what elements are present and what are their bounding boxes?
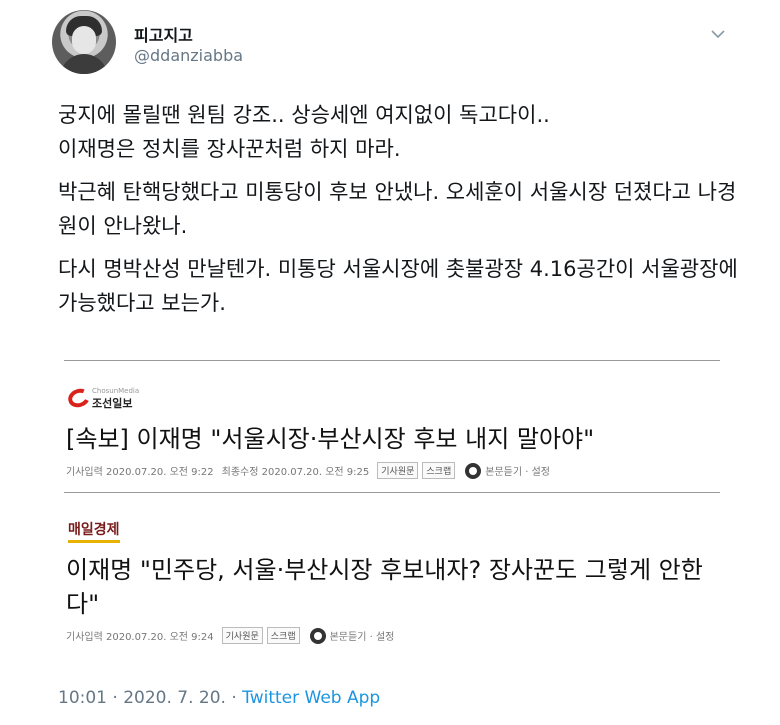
timestamp[interactable]: 10:01 · 2020. 7. 20. · (58, 688, 242, 708)
news-meta: 기사입력 2020.07.20. 오전 9:24 기사원문 스크랩 본문듣기 ·… (66, 627, 394, 644)
news-clip-chosun: ChosunMedia 조선일보 [속보] 이재명 "서울시장·부산시장 후보 … (64, 360, 720, 492)
input-time: 기사입력 2020.07.20. 오전 9:22 (66, 467, 214, 478)
tweet-header: 피고지고 @ddanziabba (52, 10, 732, 78)
news-meta: 기사입력 2020.07.20. 오전 9:22 최종수정 2020.07.20… (66, 462, 550, 479)
chosun-logo: ChosunMedia 조선일보 (65, 385, 188, 411)
speaker-icon (309, 627, 326, 644)
mk-logo: 매일경제 (68, 519, 120, 543)
source-app-link[interactable]: Twitter Web App (242, 688, 380, 708)
input-time: 기사입력 2020.07.20. 오전 9:24 (66, 632, 214, 643)
speaker-icon (465, 462, 482, 479)
edit-time: 최종수정 2020.07.20. 오전 9:25 (221, 467, 370, 478)
listen-settings: 본문듣기 · 설정 (485, 467, 550, 478)
tweet-paragraph: 다시 명박산성 만날텐가. 미통당 서울시장에 촛불광장 4.16공간이 서울광… (58, 257, 738, 315)
listen-settings: 본문듣기 · 설정 (329, 632, 395, 643)
tweet-paragraph: 궁지에 몰릴땐 원팀 강조.. 상승세엔 여지없이 독고다이.. 이재명은 정치… (58, 103, 550, 161)
news-clip-mk: 매일경제 이재명 "민주당, 서울·부산시장 후보내자? 장사꾼도 그렇게 안한… (64, 492, 720, 647)
display-name[interactable]: 피고지고 (134, 22, 193, 46)
scrap-button: 스크랩 (266, 627, 300, 644)
tweet-text: 궁지에 몰릴땐 원팀 강조.. 상승세엔 여지없이 독고다이.. 이재명은 정치… (58, 98, 738, 329)
tweet-footer: 10:01 · 2020. 7. 20. · Twitter Web App (58, 688, 380, 708)
chevron-down-icon[interactable] (708, 24, 728, 44)
news-headline: [속보] 이재명 "서울시장·부산시장 후보 내지 말아야" (66, 425, 595, 453)
original-article-button: 기사원문 (221, 627, 263, 644)
user-handle[interactable]: @ddanziabba (134, 46, 243, 65)
avatar[interactable] (52, 10, 116, 74)
tweet-paragraph: 박근혜 탄핵당했다고 미통당이 후보 안냈나. 오세훈이 서울시장 던졌다고 나… (58, 180, 737, 238)
original-article-button: 기사원문 (377, 462, 419, 479)
scrap-button: 스크랩 (422, 462, 456, 479)
news-headline: 이재명 "민주당, 서울·부산시장 후보내자? 장사꾼도 그렇게 안한다" (66, 556, 703, 618)
